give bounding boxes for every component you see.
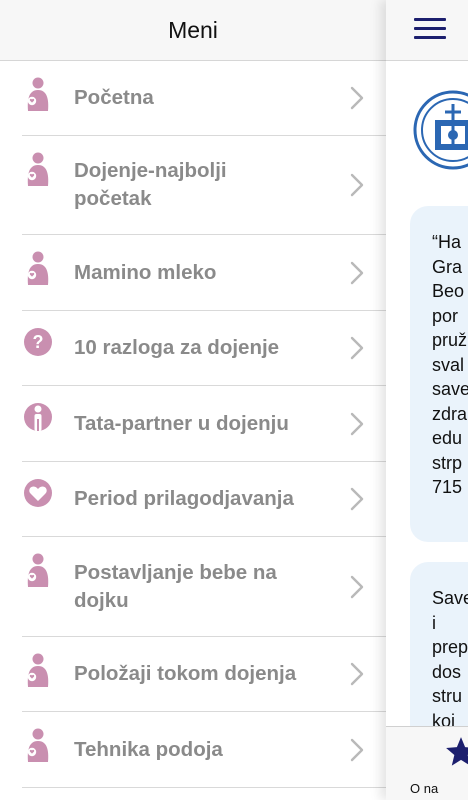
hospital-logo [413,90,468,170]
menu-item-label: Period prilagodjavanja [74,487,294,510]
mother-baby-icon [22,77,54,113]
menu-list: Početna Dojenje-najbolji početak Mamino … [0,61,386,788]
menu-item-postavljanje-bebe[interactable]: Postavljanje bebe na dojku [22,537,386,637]
info-card-text: “Ha Gra Beo por pruž sval save zdra edu … [432,232,468,497]
menu-item-label: Položaji tokom dojenja [74,662,297,685]
chevron-right-icon [350,738,364,762]
chevron-right-icon [350,336,364,360]
star-icon[interactable] [444,735,468,774]
info-card-text: Save i prep dos stru koj [432,588,468,731]
menu-title: Meni [168,16,218,43]
menu-item-label: Tehnika podoja [74,737,223,761]
svg-text:?: ? [33,332,44,352]
hamburger-menu-icon[interactable] [414,18,446,40]
content-header [386,0,468,61]
mother-baby-icon [22,152,54,188]
side-menu: Meni Početna Dojenje-najbolji početak Ma… [0,0,386,800]
menu-item-label: Dojenje-najbolji početak [74,159,227,210]
menu-item-polozaji[interactable]: Položaji tokom dojenja [22,637,386,712]
father-icon [22,402,54,438]
question-icon: ? [22,327,54,363]
menu-item-10-razloga[interactable]: ? 10 razloga za dojenje [22,311,386,386]
menu-item-period-prilagodjavanja[interactable]: Period prilagodjavanja [22,462,386,537]
chevron-right-icon [350,261,364,285]
menu-item-label: Tata-partner u dojenju [74,411,289,435]
chevron-right-icon [350,575,364,599]
menu-item-dojenje-najbolji-pocetak[interactable]: Dojenje-najbolji početak [22,136,386,235]
menu-item-tehnika-podoja[interactable]: Tehnika podoja [22,712,386,788]
mother-baby-icon [22,251,54,287]
chevron-right-icon [350,487,364,511]
menu-item-label: 10 razloga za dojenje [74,336,280,359]
menu-item-label: Početna [74,86,154,109]
menu-item-label: Postavljanje bebe na dojku [74,560,277,612]
info-card: “Ha Gra Beo por pruž sval save zdra edu … [410,206,468,542]
menu-item-pocetna[interactable]: Početna [22,61,386,136]
content-panel: “Ha Gra Beo por pruž sval save zdra edu … [386,0,468,800]
mother-baby-icon [22,553,54,589]
menu-item-mamino-mleko[interactable]: Mamino mleko [22,235,386,311]
chevron-right-icon [350,86,364,110]
heart-icon [22,478,54,514]
menu-item-label: Mamino mleko [74,260,217,284]
chevron-right-icon [350,412,364,436]
tab-bar: O na [386,726,468,800]
mother-baby-icon [22,728,54,764]
chevron-right-icon [350,662,364,686]
tab-label-o-nama[interactable]: O na [410,781,438,796]
mother-baby-icon [22,653,54,689]
menu-item-tata-partner[interactable]: Tata-partner u dojenju [22,386,386,462]
menu-header: Meni [0,0,386,61]
chevron-right-icon [350,173,364,197]
